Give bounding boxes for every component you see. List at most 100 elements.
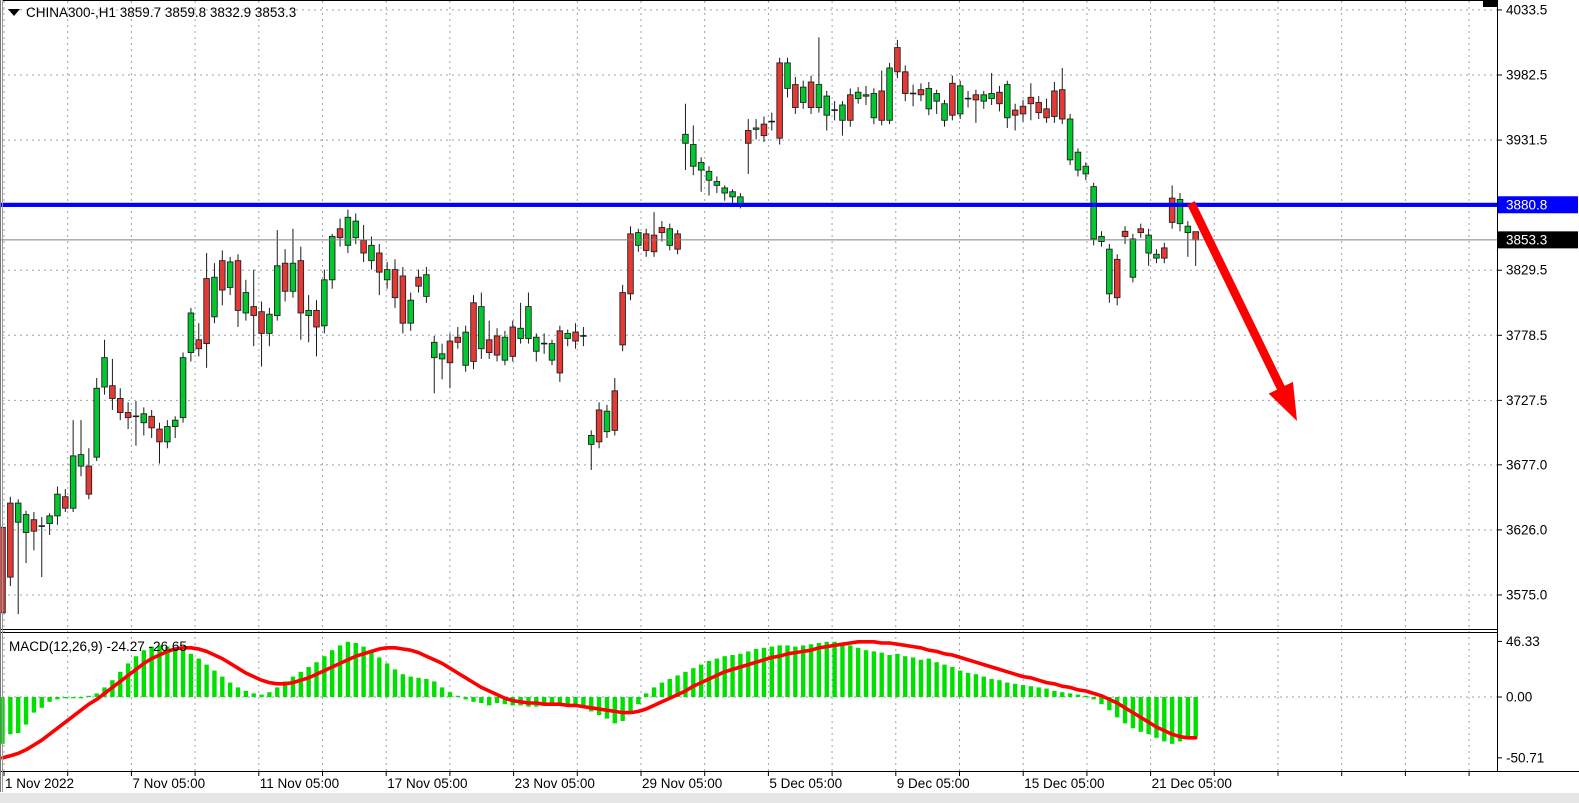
candle-body [408,300,414,323]
candle-body [204,279,210,344]
candle [745,119,751,174]
macd-histogram-bar [495,697,499,703]
macd-histogram-bar [848,645,852,697]
candle-body [424,275,430,297]
candle [180,353,186,423]
candle-body [557,331,563,373]
candle-body [683,134,689,143]
candle-body [549,344,555,361]
candle [149,410,155,438]
candle-body [612,391,618,431]
candle [526,293,532,344]
candle-body [573,332,579,341]
candle [643,229,649,257]
candle [1044,99,1050,123]
candle-body [1052,91,1058,117]
candle-body [290,263,296,291]
candle-body [950,83,956,115]
macd-histogram-bar [448,692,452,697]
candle-body [628,234,634,294]
macd-histogram-bar [660,683,664,697]
candle-body [494,336,500,355]
candle-body [274,266,280,316]
macd-histogram-bar [322,656,326,697]
candle [165,420,171,448]
macd-histogram-bar [330,650,334,697]
candle-body [1122,231,1128,236]
candle [1067,114,1073,165]
chart-canvas[interactable]: 4033.53982.53931.53829.53778.53727.53677… [0,0,1579,803]
macd-histogram-bar [424,679,428,697]
candle [910,85,916,107]
candle-body [267,314,273,333]
candle-body [942,104,948,121]
macd-histogram-bar [393,669,397,697]
candle [220,250,226,305]
macd-histogram-bar [691,668,695,697]
candle [408,293,414,331]
candle [439,344,445,380]
price-axis-label: 3829.5 [1506,263,1547,278]
candle [63,489,69,512]
candle [235,254,241,327]
candle [1122,226,1128,244]
candle-body [1154,254,1160,258]
collapse-triangle-icon[interactable] [8,9,20,16]
macd-histogram-bar [1084,696,1088,697]
macd-histogram-bar [416,678,420,697]
candle-body [989,94,995,99]
candle [942,100,948,127]
macd-histogram-bar [864,650,868,697]
candle [431,336,437,393]
candle-body [698,162,704,170]
candle-body [502,337,508,360]
candle-body [220,261,226,290]
candle-body [361,240,367,253]
candle-body [902,72,908,94]
macd-histogram-bar [982,677,986,697]
macd-histogram-bar [1029,686,1033,697]
candle [934,90,940,114]
macd-histogram-bar [252,693,256,697]
macd-histogram-bar [1194,697,1198,737]
macd-histogram-bar [314,662,318,697]
candle [769,113,775,131]
candle [1036,96,1042,119]
chart-shift-marker[interactable] [1483,0,1497,7]
candle [243,280,249,321]
trend-arrow[interactable] [1191,203,1297,421]
macd-histogram-bar [267,692,271,697]
candle-body [251,307,257,316]
macd-histogram-bar [134,656,138,697]
candle [1052,82,1058,123]
candle [494,328,500,361]
macd-histogram-bar [919,660,923,697]
candle-body [431,342,437,357]
trading-chart-window: 4033.53982.53931.53829.53778.53727.53677… [0,0,1579,803]
macd-histogram-bar [479,697,483,703]
candle [1130,234,1136,282]
candle-body [651,235,657,252]
candle-body [180,358,186,418]
candle-body [31,520,37,531]
candle [1114,254,1120,305]
time-axis-label: 11 Nov 05:00 [260,776,339,791]
candle [855,87,861,104]
macd-histogram-bar [1170,697,1174,744]
candle [1005,81,1011,128]
candle [1099,231,1105,246]
candle-body [392,270,398,298]
candle [1177,193,1183,231]
time-axis-label: 9 Dec 05:00 [897,776,970,791]
macd-histogram-bar [1021,685,1025,697]
macd-histogram-bar [338,645,342,697]
candlestick-series [0,37,1199,629]
time-axis-label: 5 Dec 05:00 [769,776,842,791]
candle [816,37,822,112]
time-axis-label: 1 Nov 2022 [5,776,74,791]
macd-histogram-bar [1154,697,1158,738]
candle-body [235,261,241,311]
candle-body [188,313,194,353]
candle [1059,68,1065,124]
candle [416,270,422,293]
